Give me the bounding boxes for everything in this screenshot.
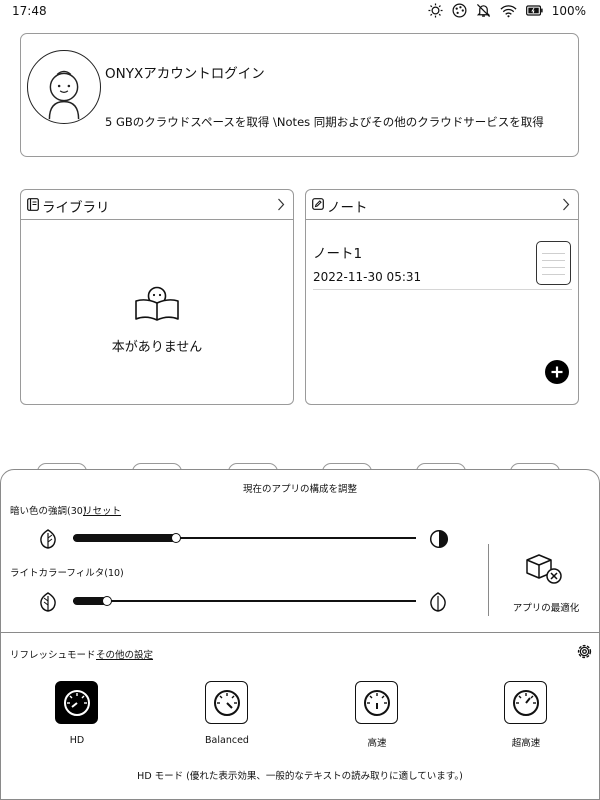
library-title: ライブラリ: [42, 200, 110, 216]
wifi-icon[interactable]: [500, 4, 517, 18]
plus-icon: [551, 366, 563, 378]
brightness-icon[interactable]: [428, 3, 443, 18]
refresh-mode-label: リフレッシュモード: [10, 650, 96, 661]
dark-enhance-knob[interactable]: [171, 533, 181, 543]
more-settings-link[interactable]: その他の設定: [96, 647, 153, 661]
leaf-icon[interactable]: [39, 592, 57, 612]
notes-title: ノート: [327, 200, 368, 216]
notification-off-icon[interactable]: [476, 3, 491, 18]
user-face-icon: [48, 70, 80, 120]
sheet-divider: [1, 632, 599, 633]
dark-enhance-fill: [73, 534, 176, 542]
vertical-divider: [488, 544, 489, 616]
light-filter-label: ライトカラーフィルタ(10): [10, 568, 124, 579]
account-login-title: ONYXアカウントログイン: [105, 66, 265, 82]
mode-hd-label[interactable]: HD: [27, 735, 127, 746]
light-filter-knob[interactable]: [102, 596, 112, 606]
empty-book-icon: [135, 286, 179, 321]
dark-enhance-label: 暗い色の強調(30): [10, 506, 87, 517]
speedometer-icon: [513, 690, 539, 716]
leaf-icon[interactable]: [39, 529, 57, 549]
note-thumbnail[interactable]: [536, 241, 571, 285]
avatar[interactable]: [27, 50, 101, 124]
leaf-outline-icon[interactable]: [429, 592, 447, 612]
mode-ultrafast-button[interactable]: [504, 681, 547, 724]
chevron-right-icon[interactable]: [562, 198, 570, 211]
note-item-date: 2022-11-30 05:31: [313, 270, 422, 284]
mode-fast-button[interactable]: [355, 681, 398, 724]
mode-description: HD モード (優れた表示効果、一般的なテキストの読み取りに適しています。): [137, 771, 463, 782]
app-optimize-icon[interactable]: [525, 552, 565, 586]
color-wheel-icon[interactable]: [452, 3, 467, 18]
contrast-icon[interactable]: [429, 529, 449, 549]
mode-hd-button[interactable]: [55, 681, 98, 724]
sheet-title: 現在のアプリの構成を調整: [242, 484, 357, 495]
add-note-button[interactable]: [545, 360, 569, 384]
speedometer-icon: [214, 690, 240, 716]
speedometer-icon: [64, 690, 90, 716]
mode-fast-label[interactable]: 高速: [327, 735, 427, 749]
notes-header[interactable]: ノート: [306, 190, 578, 220]
library-header[interactable]: ライブラリ: [21, 190, 293, 220]
library-empty-text: 本がありません: [111, 340, 203, 355]
note-icon: [312, 198, 324, 210]
reset-link[interactable]: リセット: [83, 503, 121, 517]
library-icon: [27, 198, 39, 211]
mode-ultrafast-label[interactable]: 超高速: [476, 735, 576, 749]
account-login-card[interactable]: ONYXアカウントログイン 5 GBのクラウドスペースを取得 \Notes 同期…: [20, 33, 579, 157]
speedometer-icon: [364, 690, 390, 716]
note-item-title[interactable]: ノート1: [313, 242, 362, 262]
gear-icon[interactable]: [576, 643, 593, 660]
light-filter-track[interactable]: [73, 600, 416, 602]
library-panel: ライブラリ 本がありません: [20, 189, 294, 405]
mode-balanced-label[interactable]: Balanced: [177, 735, 277, 746]
app-config-sheet: 現在のアプリの構成を調整 暗い色の強調(30) リセット ライトカラーフィルタ(…: [0, 469, 600, 800]
mode-balanced-button[interactable]: [205, 681, 248, 724]
notes-panel: ノート ノート1 2022-11-30 05:31: [305, 189, 579, 405]
app-optimize-label[interactable]: アプリの最適化: [501, 600, 591, 614]
battery-percentage: 100%: [551, 3, 586, 18]
status-icons: 100%: [428, 3, 586, 18]
battery-icon: [525, 5, 543, 16]
status-time: 17:48: [12, 4, 47, 18]
note-divider: [313, 289, 572, 290]
account-login-subtitle: 5 GBのクラウドスペースを取得 \Notes 同期およびその他のクラウドサービ…: [105, 115, 544, 129]
chevron-right-icon[interactable]: [277, 198, 285, 211]
